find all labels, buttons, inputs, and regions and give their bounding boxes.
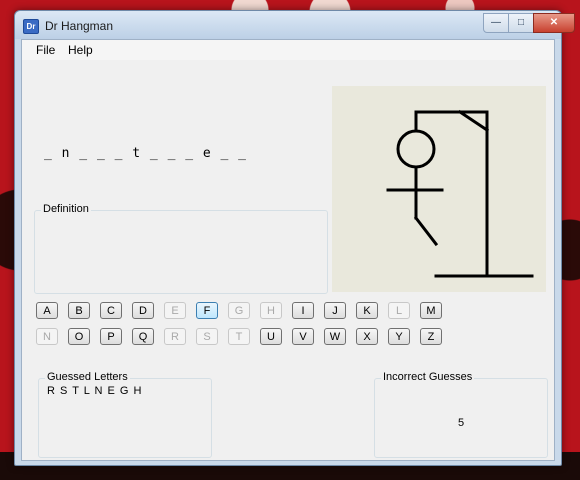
letter-button-f[interactable]: F	[196, 302, 218, 319]
letter-button-v[interactable]: V	[292, 328, 314, 345]
close-button[interactable]: ✕	[533, 13, 575, 33]
letter-button-u[interactable]: U	[260, 328, 282, 345]
letter-button-d[interactable]: D	[132, 302, 154, 319]
hangman-head	[396, 129, 436, 169]
hangman-drawing	[332, 86, 546, 292]
title-bar[interactable]: Dr Dr Hangman — □ ✕	[15, 11, 575, 39]
letter-button-t: T	[228, 328, 250, 345]
letter-button-b[interactable]: B	[68, 302, 90, 319]
definition-label: Definition	[41, 203, 91, 215]
letter-button-p[interactable]: P	[100, 328, 122, 345]
letter-button-q[interactable]: Q	[132, 328, 154, 345]
definition-group: Definition	[34, 203, 328, 294]
guessed-letters-group: Guessed Letters R S T L N E G H	[38, 371, 212, 458]
letter-button-c[interactable]: C	[100, 302, 122, 319]
letter-button-m[interactable]: M	[420, 302, 442, 319]
incorrect-guesses-group: Incorrect Guesses 5	[374, 371, 548, 458]
letter-button-i[interactable]: I	[292, 302, 314, 319]
letter-button-z[interactable]: Z	[420, 328, 442, 345]
letter-button-w[interactable]: W	[324, 328, 346, 345]
letter-button-k[interactable]: K	[356, 302, 378, 319]
hangman-figure	[386, 109, 534, 278]
app-window: Dr Dr Hangman — □ ✕ File Help _ n _ _ _ …	[14, 10, 575, 466]
letter-button-s: S	[196, 328, 218, 345]
app-icon: Dr	[23, 19, 39, 34]
letter-button-o[interactable]: O	[68, 328, 90, 345]
word-display: _ n _ _ _ t _ _ _ e _ _	[44, 146, 248, 161]
incorrect-guesses-value: 5	[457, 417, 465, 429]
letter-button-e: E	[164, 302, 186, 319]
letter-button-r: R	[164, 328, 186, 345]
letter-button-h: H	[260, 302, 282, 319]
guessed-letters-value: R S T L N E G H	[47, 385, 143, 397]
gallows-brace	[457, 109, 490, 133]
client-area: File Help _ n _ _ _ t _ _ _ e _ _ Defini…	[21, 39, 555, 461]
menu-file[interactable]: File	[36, 43, 55, 57]
letter-button-j[interactable]: J	[324, 302, 346, 319]
letter-button-y[interactable]: Y	[388, 328, 410, 345]
minimize-button[interactable]: —	[483, 13, 509, 33]
window-title: Dr Hangman	[45, 19, 114, 33]
letter-button-n: N	[36, 328, 58, 345]
menu-bar: File Help	[22, 40, 554, 60]
letter-button-l: L	[388, 302, 410, 319]
menu-help[interactable]: Help	[68, 43, 93, 57]
guessed-letters-label: Guessed Letters	[45, 371, 130, 383]
letter-button-a[interactable]: A	[36, 302, 58, 319]
letter-button-x[interactable]: X	[356, 328, 378, 345]
hangman-leg	[413, 215, 439, 247]
incorrect-guesses-label: Incorrect Guesses	[381, 371, 475, 383]
letter-button-g: G	[228, 302, 250, 319]
maximize-button[interactable]: □	[508, 13, 534, 33]
